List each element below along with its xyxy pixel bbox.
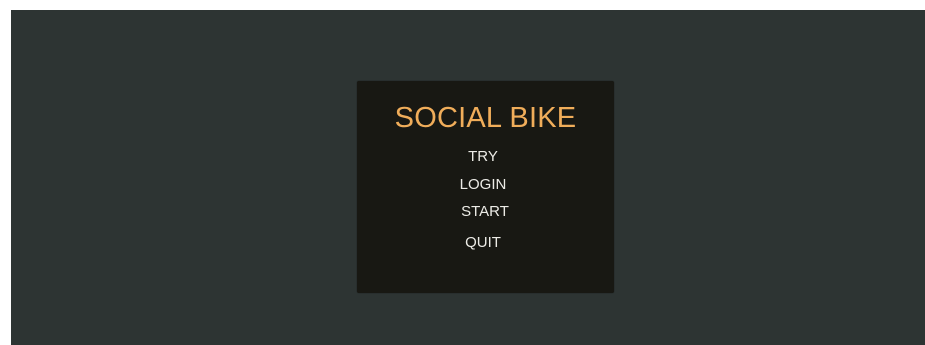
main-menu-panel: SOCIAL BIKE TRY LOGIN START QUIT <box>357 81 614 293</box>
try-button[interactable]: TRY <box>357 148 609 166</box>
start-button[interactable]: START <box>359 203 611 221</box>
game-title: SOCIAL BIKE <box>394 102 577 134</box>
quit-button[interactable]: QUIT <box>357 234 609 252</box>
login-button[interactable]: LOGIN <box>357 176 609 194</box>
game-screen: SOCIAL BIKE TRY LOGIN START QUIT <box>11 10 925 345</box>
